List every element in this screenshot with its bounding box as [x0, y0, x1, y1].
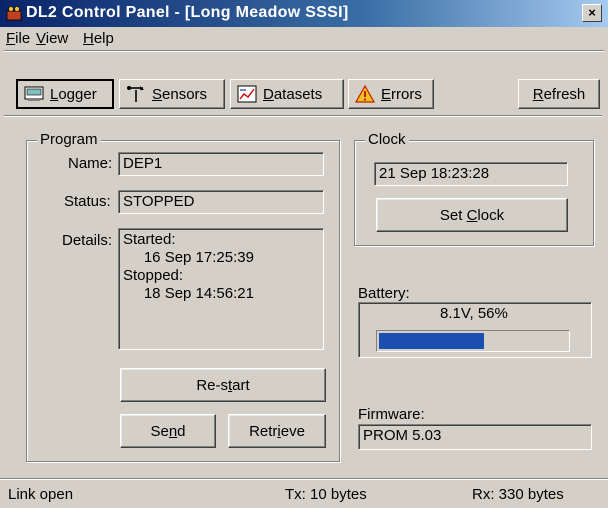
logger-icon: [24, 86, 44, 101]
sensor-icon: [127, 86, 144, 102]
menu-separator: [4, 50, 604, 52]
firmware-field: PROM 5.03: [358, 424, 592, 450]
status-link: Link open: [8, 486, 74, 503]
status-bar-separator: [0, 478, 608, 480]
status-field: STOPPED: [118, 190, 324, 214]
retrieve-button[interactable]: Retr i eve: [228, 414, 326, 448]
set-clock-button[interactable]: Set Clock: [376, 198, 568, 232]
panel-separator: [4, 115, 602, 117]
warning-icon: [355, 85, 375, 103]
status-label: Status:: [64, 193, 111, 210]
datasets-icon: [237, 85, 257, 103]
status-tx: Tx: 10 bytes: [285, 486, 367, 503]
battery-progress-bar: [376, 330, 570, 352]
send-button[interactable]: Se n d: [120, 414, 216, 448]
program-group-label: Program: [37, 131, 101, 148]
battery-text: 8.1V, 56%: [440, 305, 508, 322]
firmware-label: Firmware:: [358, 406, 425, 423]
refresh-button[interactable]: Refresh: [518, 79, 600, 109]
details-label: Details:: [62, 232, 113, 249]
battery-label: Battery:: [358, 285, 410, 302]
battery-level-fill: [379, 333, 484, 349]
name-label: Name:: [68, 155, 113, 172]
menu-file[interactable]: File: [6, 30, 30, 47]
close-icon[interactable]: ×: [582, 4, 602, 22]
app-icon: [6, 6, 22, 21]
tab-sensors[interactable]: Sensors: [119, 79, 225, 109]
status-rx: Rx: 330 bytes: [472, 486, 564, 503]
menu-bar: File View Help: [0, 28, 608, 50]
name-field: DEP1: [118, 152, 324, 176]
details-field: Started: 16 Sep 17:25:39 Stopped: 18 Sep…: [118, 228, 324, 350]
title-bar: DL2 Control Panel - [Long Meadow SSSI] ×: [0, 0, 608, 27]
window-title: DL2 Control Panel - [Long Meadow SSSI]: [26, 4, 349, 21]
tab-errors[interactable]: Errors: [348, 79, 434, 109]
clock-group-label: Clock: [365, 131, 409, 148]
menu-view[interactable]: View: [36, 30, 68, 47]
tab-datasets[interactable]: Datasets: [230, 79, 344, 109]
tab-logger[interactable]: Logger: [16, 79, 114, 109]
clock-field: 21 Sep 18:23:28: [374, 162, 568, 186]
menu-help[interactable]: Help: [83, 30, 114, 47]
restart-button[interactable]: Re-s t art: [120, 368, 326, 402]
